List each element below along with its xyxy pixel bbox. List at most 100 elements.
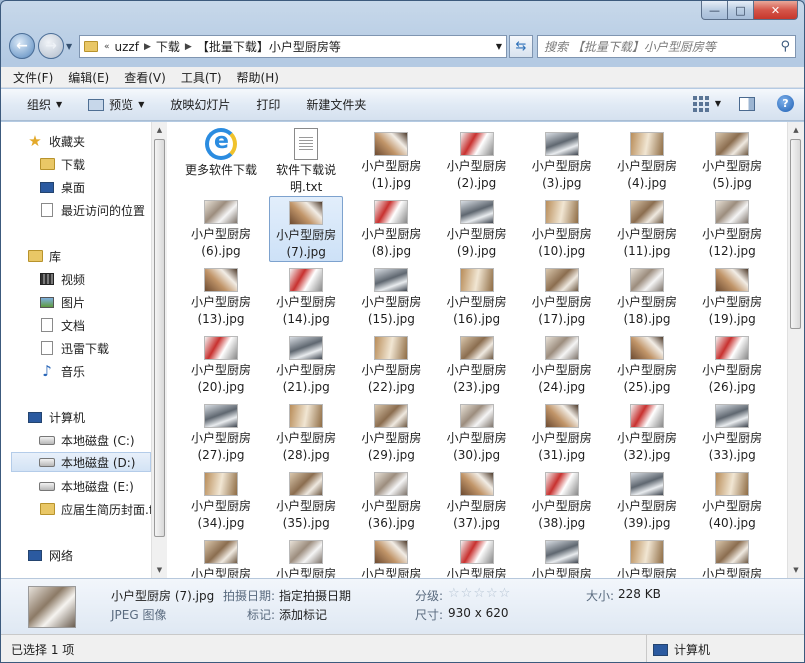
file-item[interactable]: 小户型厨房(36).jpg xyxy=(354,468,428,534)
file-item[interactable]: 小户型厨房(39).jpg xyxy=(610,468,684,534)
new-folder-button[interactable]: 新建文件夹 xyxy=(306,96,366,113)
search-icon[interactable]: ⚲ xyxy=(780,39,790,54)
file-item[interactable]: 小户型厨房(5).jpg xyxy=(695,128,769,194)
menu-tools[interactable]: 工具(T) xyxy=(181,69,222,86)
forward-button[interactable]: → xyxy=(38,33,64,59)
star-icon[interactable]: ☆ xyxy=(473,586,485,601)
organize-button[interactable]: 组织 ▼ xyxy=(27,96,62,113)
file-item[interactable]: 软件下载说明.txt xyxy=(269,128,343,194)
file-item[interactable]: 小户型厨房(11).jpg xyxy=(610,196,684,262)
maximize-button[interactable]: □ xyxy=(728,1,754,20)
navigation-scrollbar[interactable]: ▲ ▼ xyxy=(151,122,167,578)
file-item[interactable]: 小户型厨房(4).jpg xyxy=(610,128,684,194)
tree-drive-e[interactable]: 本地磁盘 (E:) xyxy=(39,476,134,496)
file-item[interactable]: 小户型厨房 xyxy=(440,536,514,578)
slideshow-button[interactable]: 放映幻灯片 xyxy=(170,96,230,113)
chevron-down-icon[interactable]: ▼ xyxy=(715,99,721,108)
menu-view[interactable]: 查看(V) xyxy=(124,69,166,86)
breadcrumb-arrow-icon[interactable]: ▶ xyxy=(185,42,192,52)
scroll-down-icon[interactable]: ▼ xyxy=(788,562,804,578)
file-item[interactable]: 小户型厨房(6).jpg xyxy=(184,196,258,262)
file-item[interactable]: 小户型厨房(12).jpg xyxy=(695,196,769,262)
star-icon[interactable]: ☆ xyxy=(461,586,473,601)
overflow-chevron-icon[interactable]: « xyxy=(104,42,110,52)
file-item[interactable]: 小户型厨房 xyxy=(695,536,769,578)
tree-xunlei-downloads[interactable]: 迅雷下载 xyxy=(39,338,109,358)
menu-file[interactable]: 文件(F) xyxy=(13,69,53,86)
scrollbar-thumb[interactable] xyxy=(154,139,165,537)
scroll-up-icon[interactable]: ▲ xyxy=(152,122,167,138)
preview-pane-icon[interactable] xyxy=(739,96,755,111)
breadcrumb-uzzf[interactable]: uzzf xyxy=(115,40,139,54)
breadcrumb-current-folder[interactable]: 【批量下载】小户型厨房等 xyxy=(197,38,341,55)
detail-tags-value[interactable]: 添加标记 xyxy=(279,606,327,623)
file-item[interactable]: 小户型厨房(9).jpg xyxy=(440,196,514,262)
file-item[interactable]: 小户型厨房(8).jpg xyxy=(354,196,428,262)
file-item[interactable]: 小户型厨房(23).jpg xyxy=(440,332,514,398)
file-item[interactable]: 小户型厨房(22).jpg xyxy=(354,332,428,398)
file-item[interactable]: 小户型厨房 xyxy=(525,536,599,578)
file-item[interactable]: 小户型厨房(17).jpg xyxy=(525,264,599,330)
back-button[interactable]: ← xyxy=(9,33,35,59)
print-button[interactable]: 打印 xyxy=(256,96,280,113)
file-list-scrollbar[interactable]: ▲ ▼ xyxy=(787,122,804,578)
tree-recent-places[interactable]: 最近访问的位置 xyxy=(39,200,145,220)
file-item[interactable]: 小户型厨房(14).jpg xyxy=(269,264,343,330)
tree-computer[interactable]: 计算机 xyxy=(27,407,85,427)
file-item[interactable]: 小户型厨房(7).jpg xyxy=(269,196,344,262)
file-item[interactable]: 小户型厨房(2).jpg xyxy=(440,128,514,194)
file-item[interactable]: 小户型厨房(13).jpg xyxy=(184,264,258,330)
tree-favorites[interactable]: ★ 收藏夹 xyxy=(27,131,85,151)
preview-button[interactable]: 预览 ▼ xyxy=(88,96,144,113)
file-item[interactable]: 小户型厨房(16).jpg xyxy=(440,264,514,330)
file-item[interactable]: 小户型厨房(38).jpg xyxy=(525,468,599,534)
file-item[interactable]: 小户型厨房(27).jpg xyxy=(184,400,258,466)
menu-help[interactable]: 帮助(H) xyxy=(237,69,279,86)
minimize-button[interactable]: — xyxy=(701,1,728,20)
file-item[interactable]: 小户型厨房(24).jpg xyxy=(525,332,599,398)
view-grid-icon[interactable] xyxy=(692,95,709,112)
file-item[interactable]: 小户型厨房(32).jpg xyxy=(610,400,684,466)
tree-documents[interactable]: 文档 xyxy=(39,315,85,335)
rating-stars[interactable]: ☆☆☆☆☆ xyxy=(448,586,511,601)
file-item[interactable]: 小户型厨房(20).jpg xyxy=(184,332,258,398)
tree-network[interactable]: 网络 xyxy=(27,545,73,565)
tree-downloads[interactable]: 下载 xyxy=(39,154,85,174)
scroll-down-icon[interactable]: ▼ xyxy=(152,562,167,578)
tree-videos[interactable]: 视频 xyxy=(39,269,85,289)
file-item[interactable]: 小户型厨房(31).jpg xyxy=(525,400,599,466)
file-item[interactable]: 小户型厨房(30).jpg xyxy=(440,400,514,466)
star-icon[interactable]: ☆ xyxy=(499,586,511,601)
file-item[interactable]: 小户型厨房(21).jpg xyxy=(269,332,343,398)
recent-pages-dropdown[interactable]: ▼ xyxy=(66,42,76,51)
file-item[interactable]: 更多软件下载 xyxy=(184,128,258,194)
file-item[interactable]: 小户型厨房 xyxy=(269,536,343,578)
file-item[interactable]: 小户型厨房(3).jpg xyxy=(525,128,599,194)
file-item[interactable]: 小户型厨房 xyxy=(184,536,258,578)
close-button[interactable]: ✕ xyxy=(754,1,798,20)
menu-edit[interactable]: 编辑(E) xyxy=(68,69,109,86)
file-item[interactable]: 小户型厨房 xyxy=(354,536,428,578)
file-item[interactable]: 小户型厨房(29).jpg xyxy=(354,400,428,466)
help-icon[interactable]: ? xyxy=(777,95,794,112)
tree-drive-c[interactable]: 本地磁盘 (C:) xyxy=(39,430,135,450)
refresh-button[interactable]: ⇆ xyxy=(509,35,533,58)
breadcrumb-arrow-icon[interactable]: ▶ xyxy=(144,42,151,52)
file-item[interactable]: 小户型厨房(40).jpg xyxy=(695,468,769,534)
scroll-up-icon[interactable]: ▲ xyxy=(788,122,804,138)
file-item[interactable]: 小户型厨房(28).jpg xyxy=(269,400,343,466)
file-item[interactable]: 小户型厨房(19).jpg xyxy=(695,264,769,330)
file-item[interactable]: 小户型厨房(25).jpg xyxy=(610,332,684,398)
breadcrumb-download[interactable]: 下载 xyxy=(156,38,180,55)
tree-drive-d[interactable]: 本地磁盘 (D:) xyxy=(11,452,151,472)
tree-desktop[interactable]: 桌面 xyxy=(39,177,85,197)
file-item[interactable]: 小户型厨房(15).jpg xyxy=(354,264,428,330)
detail-date-value[interactable]: 指定拍摄日期 xyxy=(279,587,351,604)
search-input[interactable]: 搜索 【批量下载】小户型厨房等 ⚲ xyxy=(537,35,796,58)
tree-resume-folder[interactable]: 应届生简历封面.f xyxy=(39,499,151,519)
file-item[interactable]: 小户型厨房(18).jpg xyxy=(610,264,684,330)
file-item[interactable]: 小户型厨房 xyxy=(610,536,684,578)
file-item[interactable]: 小户型厨房(1).jpg xyxy=(354,128,428,194)
address-dropdown-icon[interactable]: ▼ xyxy=(496,42,502,51)
file-item[interactable]: 小户型厨房(33).jpg xyxy=(695,400,769,466)
